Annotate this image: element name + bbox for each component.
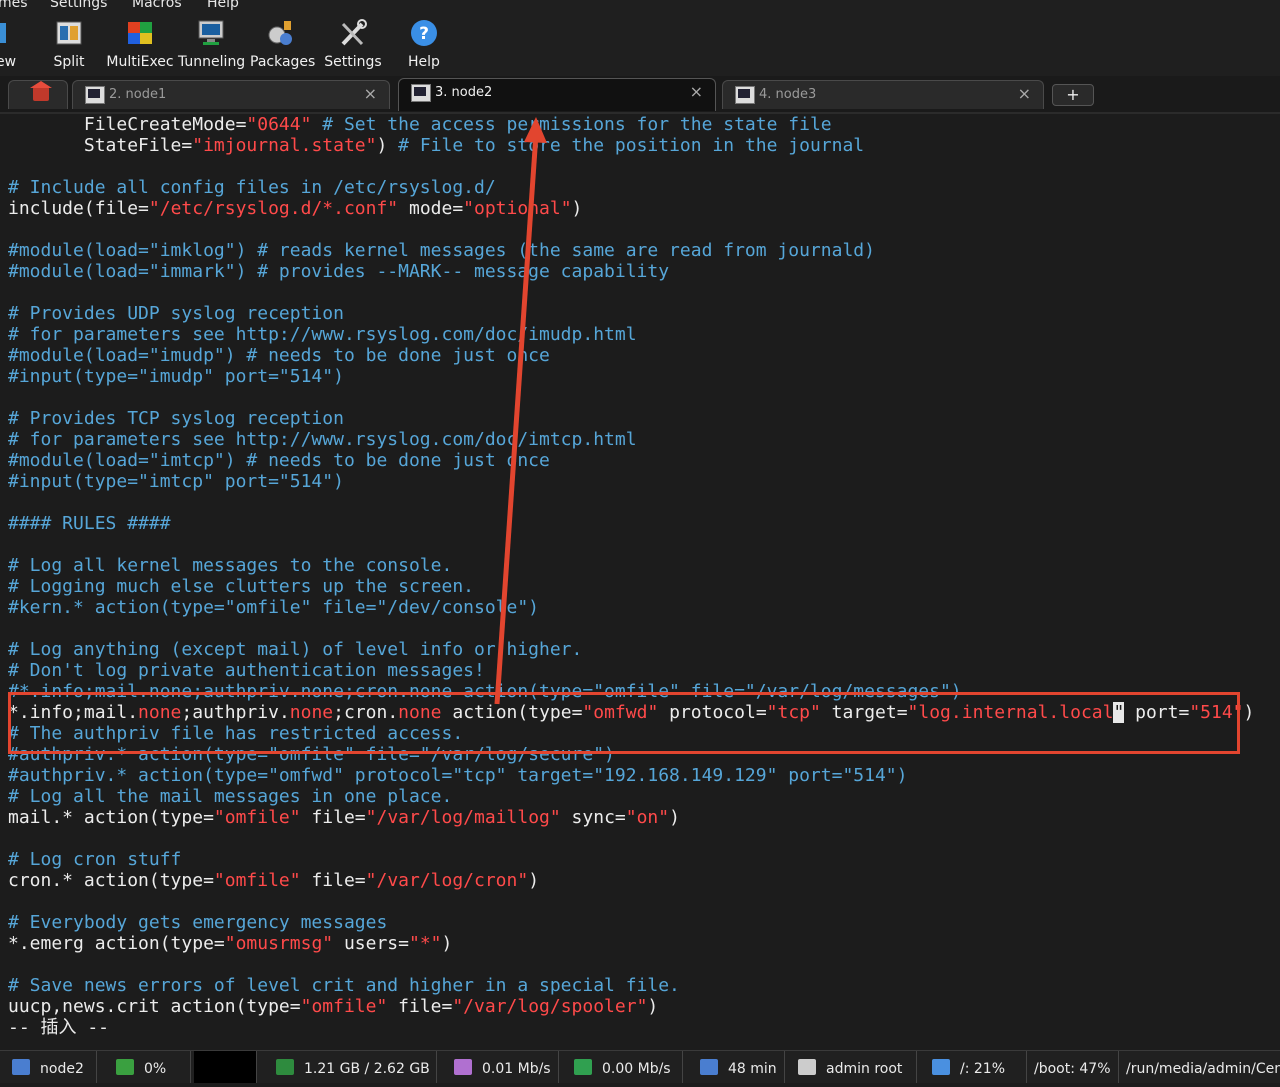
toolbar-packages-button[interactable]: Packages	[250, 18, 315, 70]
tab-node1[interactable]: 2. node1 ×	[72, 80, 390, 109]
packages-icon	[266, 18, 296, 48]
close-icon[interactable]: ×	[690, 82, 703, 101]
toolbar: ew Split MultiExec Tunneling Packages Se…	[0, 14, 1280, 76]
toolbar-tunneling-button[interactable]: Tunneling	[178, 18, 245, 70]
toolbar-multiexec-button[interactable]: MultiExec	[106, 18, 174, 70]
status-segment: /: 21%	[920, 1051, 1027, 1083]
status-segment: 48 min	[688, 1051, 785, 1083]
close-icon[interactable]: ×	[1018, 84, 1031, 103]
memory-icon	[276, 1059, 294, 1075]
tab-home[interactable]	[8, 80, 68, 109]
split-icon	[54, 18, 84, 48]
close-icon[interactable]: ×	[364, 84, 377, 103]
new-tab-button[interactable]: +	[1052, 84, 1094, 106]
status-bar: node2 0% 1.21 GB / 2.62 GB 0.01 Mb/s 0.00 Mb…	[0, 1050, 1280, 1083]
download-icon	[574, 1059, 592, 1075]
help-icon: ?	[409, 18, 439, 48]
status-segment: /boot: 47%	[1026, 1051, 1119, 1083]
status-segment: admin root	[786, 1051, 917, 1083]
annotation-arrow	[494, 117, 547, 705]
tunneling-icon	[196, 18, 226, 48]
toolbar-settings-button[interactable]: Settings	[324, 18, 382, 70]
user-icon	[798, 1059, 816, 1075]
cpu-icon	[116, 1059, 134, 1075]
status-segment: 0.00 Mb/s	[562, 1051, 683, 1083]
server-icon	[12, 1059, 30, 1075]
view-icon	[0, 18, 24, 48]
menu-item-games[interactable]: mes	[0, 0, 28, 11]
menu-bar: mes Settings Macros Help	[0, 0, 1280, 14]
terminal-view[interactable]: FileCreateMode="0644" # Set the access p…	[0, 114, 1280, 1044]
menu-item-macros[interactable]: Macros	[132, 0, 182, 11]
uptime-icon	[700, 1059, 718, 1075]
status-segment	[194, 1051, 257, 1083]
tab-node2[interactable]: 3. node2 ×	[398, 78, 716, 111]
settings-icon	[338, 18, 368, 48]
status-segment: 0.01 Mb/s	[442, 1051, 559, 1083]
upload-icon	[454, 1059, 472, 1075]
status-segment: 0%	[104, 1051, 191, 1083]
tab-bar: 2. node1 × 3. node2 × 4. node3 × +	[0, 76, 1280, 114]
multiexec-icon	[125, 18, 155, 48]
disk-icon	[932, 1059, 950, 1075]
status-segment: 1.21 GB / 2.62 GB	[264, 1051, 437, 1083]
svg-text:?: ?	[419, 24, 429, 44]
menu-item-help[interactable]: Help	[207, 0, 239, 11]
status-segment: node2	[0, 1051, 97, 1083]
toolbar-split-button[interactable]: Split	[48, 18, 90, 70]
toolbar-view-button[interactable]: ew	[0, 18, 18, 70]
tab-node3[interactable]: 4. node3 ×	[722, 80, 1044, 109]
home-icon	[30, 81, 52, 101]
toolbar-help-button[interactable]: ? Help	[404, 18, 444, 70]
terminal-icon	[735, 86, 755, 104]
menu-item-settings[interactable]: Settings	[50, 0, 107, 11]
terminal-icon	[85, 86, 105, 104]
status-segment: /run/media/admin/Cent	[1118, 1051, 1280, 1083]
terminal-icon	[411, 84, 431, 102]
